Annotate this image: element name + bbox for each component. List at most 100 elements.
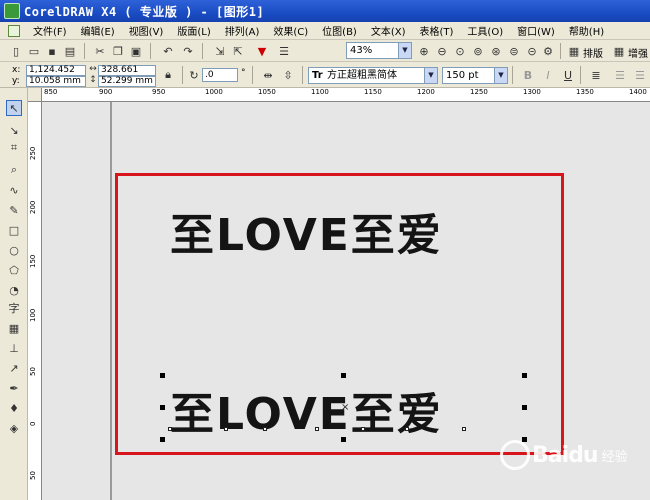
document-icon[interactable] bbox=[8, 24, 20, 37]
fill-tool-icon[interactable]: ◈ bbox=[6, 420, 22, 436]
rotation-center-mark[interactable]: × bbox=[341, 402, 349, 413]
menu-tools[interactable]: 工具(O) bbox=[460, 23, 510, 38]
welcome-screen-icon[interactable]: ☰ bbox=[276, 43, 292, 59]
menu-view[interactable]: 视图(V) bbox=[122, 23, 171, 38]
artistic-text-top[interactable]: 至LOVE至爱 bbox=[170, 199, 443, 263]
chevron-down-icon[interactable]: ▼ bbox=[424, 68, 437, 83]
bold-icon[interactable]: B bbox=[520, 67, 536, 83]
import-icon[interactable]: ⇲ bbox=[212, 43, 228, 59]
selection-handle[interactable] bbox=[160, 373, 165, 378]
menu-arrange[interactable]: 排列(A) bbox=[218, 23, 267, 38]
pick-tool-icon[interactable]: ↖ bbox=[6, 100, 22, 116]
character-node[interactable] bbox=[263, 427, 267, 431]
ruler-corner[interactable] bbox=[28, 88, 42, 102]
options-icon[interactable]: ⚙ bbox=[540, 43, 556, 59]
menu-edit[interactable]: 编辑(E) bbox=[74, 23, 122, 38]
menu-layout[interactable]: 版面(L) bbox=[170, 23, 217, 38]
chevron-down-icon[interactable]: ▼ bbox=[494, 68, 507, 83]
freehand-tool-icon[interactable]: ∿ bbox=[6, 182, 22, 198]
zoom-page-icon[interactable]: ⊛ bbox=[488, 43, 504, 59]
smart-fill-tool-icon[interactable]: ✎ bbox=[6, 202, 22, 218]
ellipse-tool-icon[interactable]: ○ bbox=[6, 242, 22, 258]
selection-handle[interactable] bbox=[341, 437, 346, 442]
menu-help[interactable]: 帮助(H) bbox=[562, 23, 611, 38]
paste-icon[interactable]: ▣ bbox=[128, 43, 144, 59]
ruler-tick-label: 50 bbox=[29, 367, 37, 376]
rectangle-tool-icon[interactable]: □ bbox=[6, 222, 22, 238]
selection-handle[interactable] bbox=[341, 373, 346, 378]
crop-tool-icon[interactable]: ⌗ bbox=[6, 140, 22, 156]
bullet-list-icon[interactable]: ☰ bbox=[612, 67, 628, 83]
copy-icon[interactable]: ❐ bbox=[110, 43, 126, 59]
undo-icon[interactable]: ↶ bbox=[160, 43, 176, 59]
outline-tool-icon[interactable]: ♦ bbox=[6, 400, 22, 416]
basic-shapes-tool-icon[interactable]: ◔ bbox=[6, 282, 22, 298]
x-position-field[interactable]: 1,124.452 mm bbox=[26, 65, 86, 84]
zoom-width-icon[interactable]: ⊜ bbox=[506, 43, 522, 59]
menu-bitmaps[interactable]: 位图(B) bbox=[315, 23, 364, 38]
mirror-horizontal-icon[interactable]: ⇹ bbox=[260, 67, 276, 83]
zoom-out-icon[interactable]: ⊖ bbox=[434, 43, 450, 59]
character-node[interactable] bbox=[224, 427, 228, 431]
menu-table[interactable]: 表格(T) bbox=[413, 23, 461, 38]
save-icon[interactable]: ▪ bbox=[44, 43, 60, 59]
property-bar: x: 1,124.452 mm y: 10.058 mm ↔ 328.661 m… bbox=[0, 62, 650, 88]
height-field[interactable]: 52.299 mm bbox=[98, 76, 156, 87]
drop-cap-icon[interactable]: ☰ bbox=[632, 67, 648, 83]
polygon-tool-icon[interactable]: ⬠ bbox=[6, 262, 22, 278]
cut-icon[interactable]: ✂ bbox=[92, 43, 108, 59]
font-size-value: 150 pt bbox=[446, 70, 479, 81]
character-node[interactable] bbox=[168, 427, 172, 431]
zoom-tool-icon[interactable]: ⌕ bbox=[6, 162, 22, 178]
rotation-angle-field[interactable]: .0 bbox=[202, 68, 238, 82]
zoom-in-icon[interactable]: ⊕ bbox=[416, 43, 432, 59]
shape-tool-icon[interactable]: ↘ bbox=[6, 122, 22, 138]
y-position-field[interactable]: 10.058 mm bbox=[26, 76, 86, 87]
connector-tool-icon[interactable]: ↗ bbox=[6, 360, 22, 376]
open-folder-icon[interactable]: ▭ bbox=[26, 43, 42, 59]
font-size-select[interactable]: 150 pt ▼ bbox=[442, 67, 508, 84]
italic-icon[interactable]: I bbox=[540, 67, 556, 83]
character-node[interactable] bbox=[361, 427, 365, 431]
selection-handle[interactable] bbox=[522, 405, 527, 410]
menu-effects[interactable]: 效果(C) bbox=[266, 23, 315, 38]
text-align-icon[interactable]: ≣ bbox=[588, 67, 604, 83]
selection-handle[interactable] bbox=[522, 373, 527, 378]
horizontal-ruler[interactable]: 850 900 950 1000 1050 1100 1150 1200 125… bbox=[42, 88, 650, 102]
degree-symbol: ° bbox=[241, 68, 246, 78]
redo-icon[interactable]: ↷ bbox=[180, 43, 196, 59]
new-document-icon[interactable]: ▯ bbox=[8, 43, 24, 59]
zoom-selected-icon[interactable]: ⊙ bbox=[452, 43, 468, 59]
character-node[interactable] bbox=[315, 427, 319, 431]
enhance-icon[interactable]: ▦ bbox=[611, 43, 627, 59]
artistic-text-bottom[interactable]: 至LOVE至爱 bbox=[170, 378, 443, 442]
menu-window[interactable]: 窗口(W) bbox=[510, 23, 562, 38]
font-family-select[interactable]: Tr 方正超粗黑简体 ▼ bbox=[308, 67, 438, 84]
chevron-down-icon[interactable]: ▼ bbox=[398, 43, 411, 58]
text-tool-icon[interactable]: 字 bbox=[6, 300, 22, 316]
application-launcher-icon[interactable]: ▼ bbox=[254, 43, 270, 59]
print-icon[interactable]: ▤ bbox=[62, 43, 78, 59]
vertical-ruler[interactable]: 250 200 150 100 50 0 50 bbox=[28, 102, 42, 500]
font-family-value: 方正超粗黑简体 bbox=[327, 70, 397, 81]
enhance-button-label[interactable]: 增强 bbox=[628, 45, 648, 60]
mirror-vertical-icon[interactable]: ⇳ bbox=[280, 67, 296, 83]
layout-button-label[interactable]: 排版 bbox=[583, 45, 603, 60]
zoom-height-icon[interactable]: ⊝ bbox=[524, 43, 540, 59]
menu-file[interactable]: 文件(F) bbox=[26, 23, 74, 38]
underline-icon[interactable]: U bbox=[560, 67, 576, 83]
character-node[interactable] bbox=[462, 427, 466, 431]
character-node[interactable] bbox=[405, 427, 409, 431]
eyedropper-tool-icon[interactable]: ✒ bbox=[6, 380, 22, 396]
export-icon[interactable]: ⇱ bbox=[230, 43, 246, 59]
table-tool-icon[interactable]: ▦ bbox=[6, 320, 22, 336]
lock-ratio-icon[interactable]: 🔒︎ bbox=[160, 67, 176, 83]
zoom-all-icon[interactable]: ⊚ bbox=[470, 43, 486, 59]
selection-handle[interactable] bbox=[160, 405, 165, 410]
zoom-level-select[interactable]: 43% ▼ bbox=[346, 42, 412, 59]
layout-icon[interactable]: ▦ bbox=[566, 43, 582, 59]
selection-handle[interactable] bbox=[160, 437, 165, 442]
width-field[interactable]: 328.661 mm bbox=[98, 65, 156, 84]
menu-text[interactable]: 文本(X) bbox=[364, 23, 413, 38]
dimension-tool-icon[interactable]: ⊥ bbox=[6, 340, 22, 356]
